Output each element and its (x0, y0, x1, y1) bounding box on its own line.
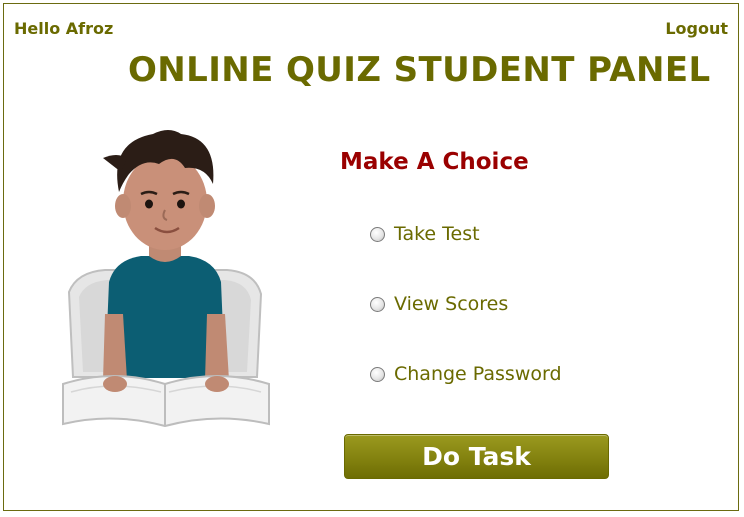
make-a-choice-heading: Make A Choice (340, 149, 529, 175)
page-title: ONLINE QUIZ STUDENT PANEL (128, 50, 711, 90)
student-illustration-icon (62, 130, 270, 428)
do-task-button[interactable]: Do Task (344, 434, 609, 479)
student-reading-illustration (57, 122, 275, 434)
option-take-test[interactable]: Take Test (370, 223, 480, 245)
student-panel: Hello Afroz Logout ONLINE QUIZ STUDENT P… (3, 3, 739, 511)
option-label: Change Password (394, 363, 562, 385)
option-label: Take Test (394, 223, 480, 245)
logout-link[interactable]: Logout (665, 19, 728, 38)
option-change-password[interactable]: Change Password (370, 363, 562, 385)
radio-icon[interactable] (370, 366, 385, 382)
option-label: View Scores (394, 293, 509, 315)
option-view-scores[interactable]: View Scores (370, 293, 508, 315)
radio-icon[interactable] (370, 226, 385, 242)
user-greeting: Hello Afroz (14, 19, 114, 38)
radio-icon[interactable] (370, 296, 385, 312)
